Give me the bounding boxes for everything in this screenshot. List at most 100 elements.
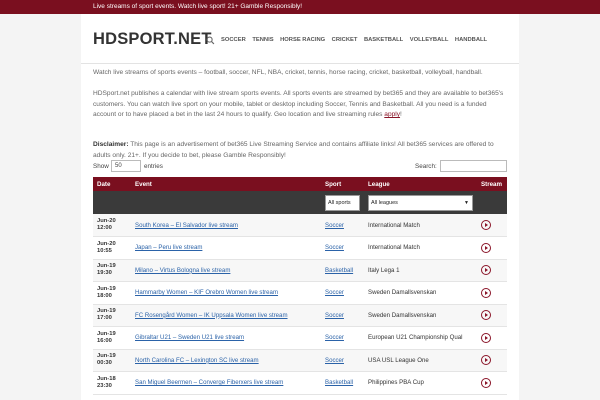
- event-cell: Japan – Peru live stream: [131, 236, 321, 260]
- events-table-body: Jun-20 12:00 South Korea – El Salvador liv…: [93, 214, 507, 395]
- sport-cell: Soccer: [321, 304, 364, 327]
- column-header-league[interactable]: League: [364, 177, 477, 191]
- chevron-down-icon: ▼: [464, 199, 469, 206]
- intro-paragraph: Watch live streams of sports events – fo…: [93, 69, 483, 76]
- event-link[interactable]: Gibraltar U21 – Sweden U21 live stream: [135, 334, 244, 341]
- sport-cell: Basketball: [321, 259, 364, 282]
- nav-item-volleyball[interactable]: VOLLEYBALL: [410, 37, 449, 43]
- search-icon[interactable]: [206, 36, 215, 45]
- sport-link[interactable]: Basketball: [325, 379, 353, 386]
- event-cell: Gibraltar U21 – Sweden U21 live stream: [131, 326, 321, 350]
- league-cell: European U21 Championship Qual: [364, 326, 477, 350]
- sport-link[interactable]: Soccer: [325, 289, 344, 296]
- table-row: Jun-20 12:00 South Korea – El Salvador liv…: [93, 214, 507, 237]
- column-header-date[interactable]: Date: [93, 177, 131, 191]
- sport-cell: Soccer: [321, 236, 364, 260]
- event-date: Jun-18 23:30: [93, 371, 131, 395]
- event-day: Jun-19: [97, 263, 116, 270]
- league-cell: Sweden Damallsvenskan: [364, 304, 477, 327]
- column-header-event[interactable]: Event: [131, 177, 321, 191]
- event-time: 12:00: [97, 225, 112, 231]
- event-date: Jun-20 10:55: [93, 236, 131, 260]
- league-cell: Italy Lega 1: [364, 259, 477, 282]
- event-day: Jun-19: [97, 308, 116, 315]
- column-header-stream[interactable]: Stream: [477, 177, 507, 191]
- event-time: 18:00: [97, 292, 112, 299]
- search-input[interactable]: [440, 160, 507, 172]
- events-table: Date Event Sport League Stream All sport…: [93, 177, 507, 395]
- main-nav: SOCCER TENNIS HORSE RACING CRICKET BASKE…: [206, 34, 494, 46]
- search-label: Search:: [415, 163, 437, 170]
- event-day: Jun-20: [97, 218, 116, 224]
- stream-cell: [477, 326, 507, 350]
- event-link[interactable]: Milano – Virtus Bologna live stream: [135, 267, 230, 274]
- description-paragraph: HDSport.net publishes a calendar with li…: [93, 89, 507, 121]
- nav-item-handball[interactable]: HANDBALL: [455, 37, 487, 43]
- column-header-sport[interactable]: Sport: [321, 177, 364, 191]
- play-icon[interactable]: [481, 242, 491, 253]
- stream-cell: [477, 259, 507, 282]
- sport-filter-select[interactable]: All sports: [325, 194, 360, 211]
- event-link[interactable]: South Korea – El Salvador live stream: [135, 222, 238, 229]
- apply-link[interactable]: apply: [384, 111, 400, 118]
- play-icon[interactable]: [481, 265, 491, 276]
- disclaimer-paragraph: Disclaimer: This page is an advertisemen…: [93, 140, 507, 161]
- description-end: !: [400, 111, 402, 118]
- sport-link[interactable]: Soccer: [325, 222, 344, 229]
- event-link[interactable]: FC Rosengård Women – IK Uppsala Women li…: [135, 312, 288, 319]
- event-cell: Milano – Virtus Bologna live stream: [131, 259, 321, 282]
- event-cell: FC Rosengård Women – IK Uppsala Women li…: [131, 304, 321, 327]
- play-icon[interactable]: [481, 332, 491, 343]
- table-row: Jun-19 00:30 North Carolina FC – Lexington…: [93, 349, 507, 372]
- stream-cell: [477, 304, 507, 327]
- sport-cell: Soccer: [321, 326, 364, 350]
- event-link[interactable]: Japan – Peru live stream: [135, 244, 202, 251]
- entries-per-page-select[interactable]: 50: [111, 160, 141, 172]
- stream-cell: [477, 214, 507, 237]
- page-container: HDSPORT.NET SOCCER TENNIS HORSE RACING C…: [81, 14, 519, 400]
- sport-link[interactable]: Soccer: [325, 357, 344, 364]
- nav-item-horse-racing[interactable]: HORSE RACING: [280, 37, 325, 43]
- show-label: Show: [93, 163, 109, 170]
- event-link[interactable]: Hammarby Women – KIF Orebro Women live s…: [135, 289, 278, 296]
- stream-cell: [477, 371, 507, 395]
- table-row: Jun-19 17:00 FC Rosengård Women – IK Uppsa…: [93, 304, 507, 327]
- event-link[interactable]: North Carolina FC – Lexington SC live st…: [135, 357, 259, 364]
- site-logo[interactable]: HDSPORT.NET: [93, 30, 212, 49]
- event-day: Jun-19: [97, 353, 116, 360]
- event-time: 23:30: [97, 382, 112, 389]
- play-icon[interactable]: [481, 287, 491, 298]
- sport-link[interactable]: Basketball: [325, 267, 353, 274]
- sport-cell: Soccer: [321, 214, 364, 237]
- event-cell: San Miguel Beermen – Converge Fiberxers …: [131, 371, 321, 395]
- play-icon[interactable]: [481, 220, 491, 230]
- sport-cell: Basketball: [321, 371, 364, 395]
- table-row: Jun-19 19:30 Milano – Virtus Bologna live …: [93, 259, 507, 282]
- sport-link[interactable]: Soccer: [325, 312, 344, 319]
- league-cell: Philippines PBA Cup: [364, 371, 477, 395]
- nav-item-tennis[interactable]: TENNIS: [252, 37, 273, 43]
- event-date: Jun-19 18:00: [93, 281, 131, 305]
- event-day: Jun-20: [97, 240, 116, 247]
- nav-item-basketball[interactable]: BASKETBALL: [364, 37, 403, 43]
- table-row: Jun-19 16:00 Gibraltar U21 – Sweden U21 li…: [93, 326, 507, 350]
- disclaimer-label: Disclaimer:: [93, 141, 129, 148]
- nav-item-cricket[interactable]: CRICKET: [332, 37, 358, 43]
- stream-cell: [477, 349, 507, 372]
- sport-link[interactable]: Soccer: [325, 334, 344, 341]
- event-date: Jun-19 19:30: [93, 259, 131, 282]
- play-icon[interactable]: [481, 377, 491, 388]
- league-filter-select[interactable]: All leagues ▼: [368, 194, 473, 211]
- nav-item-soccer[interactable]: SOCCER: [221, 37, 246, 43]
- sport-link[interactable]: Soccer: [325, 244, 344, 251]
- table-controls: Show 50 entries Search:: [93, 160, 507, 174]
- play-icon[interactable]: [481, 310, 491, 321]
- event-link[interactable]: San Miguel Beermen – Converge Fiberxers …: [135, 379, 283, 386]
- event-date: Jun-19 17:00: [93, 304, 131, 327]
- event-time: 19:30: [97, 270, 112, 277]
- sport-cell: Soccer: [321, 349, 364, 372]
- event-time: 10:55: [97, 247, 112, 254]
- play-icon[interactable]: [481, 355, 491, 366]
- league-cell: International Match: [364, 214, 477, 237]
- event-day: Jun-19: [97, 285, 116, 292]
